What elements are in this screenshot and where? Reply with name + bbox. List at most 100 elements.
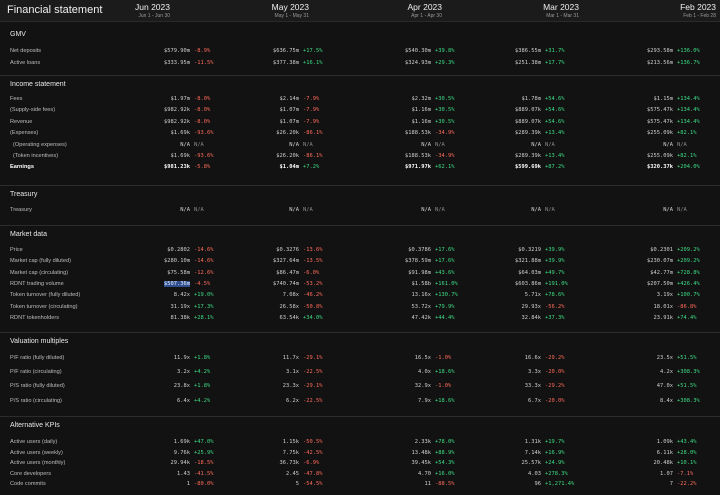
table-row[interactable]: Code commits 1 -80.0% 5 -54.5% 11 -88.5% 96 +1,2… [0,480,720,490]
cell-value: $293.58m [647,48,673,54]
cell-value: 7 [669,481,673,488]
section-title: GMV [10,31,26,38]
table-cell: 63.54k +34.0% [191,315,341,324]
column-header-0[interactable]: Jun 2023 Jun 1 - Jun 30 [50,2,170,19]
cell-change: +100.7% [677,292,700,299]
column-month: Jun 2023 [135,2,170,12]
cell-change: +54.6% [545,118,565,125]
cell-value: 8.42x [173,292,190,299]
table-cell: $320.37k +204.0% [565,164,715,173]
cell-value: 18.01x [653,303,673,310]
cell-value: 11.7x [282,355,299,361]
column-month: May 2023 [271,2,309,12]
cell-value: 8.4x [660,397,673,404]
section-divider [0,185,720,186]
cell-value: $1.15m [653,96,673,102]
table-row[interactable]: Market cap (fully diluted) $280.10m -14.6%… [0,257,720,267]
cell-change: -47.8% [303,470,323,477]
table-row[interactable]: Market cap (circulating) $75.58m -12.6% $86… [0,269,720,279]
table-cell: 3.19x +100.7% [565,292,715,301]
table-cell: $255.09k +82.1% [565,153,715,162]
cell-change: +43.4% [677,439,697,445]
cell-value: $91.98m [408,269,431,276]
table-row[interactable]: P/F ratio (circulating) 3.2x +4.2% 3.1x -22.… [0,368,720,378]
column-header-3[interactable]: Mar 2023 Mar 1 - Mar 31 [459,2,579,19]
cell-value: 1.69k [173,439,190,445]
table-cell: $255.09k +82.1% [565,130,715,139]
table-row[interactable]: (Expenses) $1.69k -93.6% $26.20k -86.1% $188.… [0,129,720,139]
table-row[interactable]: P/S ratio (circulating) 6.4x +4.2% 6.2x -22.… [0,397,720,407]
cell-value: 47.0x [656,383,673,390]
table-row[interactable]: Token turnover (fully diluted) 8.42x +19.0… [0,291,720,301]
cell-value: $0.2802 [167,247,190,253]
table-row[interactable]: Active users (daily) 1.69k +47.0% 1.15k -50.… [0,438,720,448]
cell-value: $575.47k [647,107,673,114]
table-row[interactable]: (Token incentives) $1.69k -93.6% $26.20k -86… [0,152,720,162]
table-row[interactable]: Active loans $333.95m -11.5% $377.38m +16.1%… [0,59,720,69]
table-cell: 6.7x -20.0% [433,398,583,407]
column-month: Apr 2023 [407,2,443,12]
cell-value: $636.75m [273,48,299,54]
cell-value: 1.43 [177,470,190,477]
table-cell: 7.14k +16.9% [433,450,583,459]
column-header-1[interactable]: May 2023 May 1 - May 31 [189,2,309,19]
row-label: P/F ratio (circulating) [10,369,62,376]
cell-value: 39.45k [411,460,431,467]
cell-value: $26.20k [276,153,299,159]
cell-change: -86.1% [303,153,323,159]
cell-value: N/A [421,207,431,213]
table-row[interactable]: Active users (weekly) 9.76k +25.9% 7.75k -42… [0,449,720,459]
cell-value: 3.1x [286,369,299,376]
table-cell: $86.47m -6.0% [191,270,341,279]
table-row[interactable]: P/F ratio (fully diluted) 11.9x +1.8% 11.7x… [0,354,720,364]
table-row[interactable]: P/S ratio (fully diluted) 23.8x +1.8% 23.3x… [0,382,720,392]
cell-value: 20.48k [653,460,673,467]
cell-value: 47.42k [411,314,431,321]
row-label: Earnings [10,164,34,171]
cell-change: +16.9% [545,449,565,456]
table-cell: 1.07 -7.1% [565,471,715,480]
table-row[interactable]: RDNT tokenholders 81.38k +28.1% 63.54k +34.0… [0,314,720,324]
cell-change: +204.0% [677,164,700,171]
table-row[interactable]: Token turnover (circulating) 31.19x +17.3%… [0,303,720,313]
cell-change: +209.2% [677,258,700,265]
table-cell: $1.07m -7.9% [191,107,341,116]
cell-value: $982.92k [164,107,190,114]
cell-value: 3.3x [528,369,541,376]
cell-change: -13.6% [303,247,323,253]
section-title: Treasury [10,191,38,198]
table-cell: $1.78m +54.6% [433,96,583,105]
column-header-2[interactable]: Apr 2023 Apr 1 - Apr 30 [322,2,443,19]
cell-value: $575.47k [647,118,673,125]
table-cell: $327.64m -13.5% [191,258,341,267]
table-row[interactable]: Earnings $981.23k -5.8% $1.04m +7.2% $971.97k… [0,163,720,173]
table-cell: $1.15m +134.4% [565,96,715,105]
cell-value: 2.33k [414,439,431,445]
cell-change: -54.5% [303,481,323,488]
table-row[interactable]: Fees $1.97m -8.0% $2.14m -7.9% $2.32m +30.5% $1… [0,95,720,105]
cell-value: $207.50m [647,280,673,287]
cell-value: 23.3x [282,383,299,390]
table-row[interactable]: RDNT trading volume $507.36m -4.5% $740.74m… [0,280,720,290]
table-row[interactable]: Net deposits $579.90m -8.9% $636.75m +17.5% $… [0,47,720,57]
table-cell: $599.69k +87.2% [433,164,583,173]
table-row[interactable]: Revenue $982.92k -8.0% $1.07m -7.9% $1.16m +30… [0,118,720,128]
table-row[interactable]: Core developers 1.43 -41.5% 2.45 -47.8% 4.70 +… [0,470,720,480]
column-header-4[interactable]: Feb 2023 Feb 1 - Feb 28 [596,2,716,19]
table-row[interactable]: Active users (monthly) 29.94k -18.5% 36.73k… [0,459,720,469]
cell-value: N/A [531,141,541,148]
cell-value: 53.72x [411,303,431,310]
table-row[interactable]: (Operating expenses) N/A N/A N/A N/A N/A N/A N/… [0,141,720,151]
cell-value: 11 [424,481,432,488]
table-row[interactable]: Price $0.2802 -14.6% $0.3276 -13.6% $0.3786 +1… [0,246,720,256]
table-row[interactable]: (Supply-side fees) $982.92k -8.0% $1.07m -7.… [0,106,720,116]
column-month: Feb 2023 [680,2,716,12]
table-cell: 32.84k +37.3% [433,315,583,324]
table-cell: $2.14m -7.9% [191,96,341,105]
cell-change: +82.1% [677,153,697,159]
row-label: Price [10,247,23,253]
cell-change: -20.0% [545,369,565,376]
cell-change: +39.9% [545,247,565,253]
table-row[interactable]: Treasury N/A N/A N/A N/A N/A N/A N/A N/A N/A N/A [0,206,720,216]
cell-value: 23.8x [173,383,190,390]
